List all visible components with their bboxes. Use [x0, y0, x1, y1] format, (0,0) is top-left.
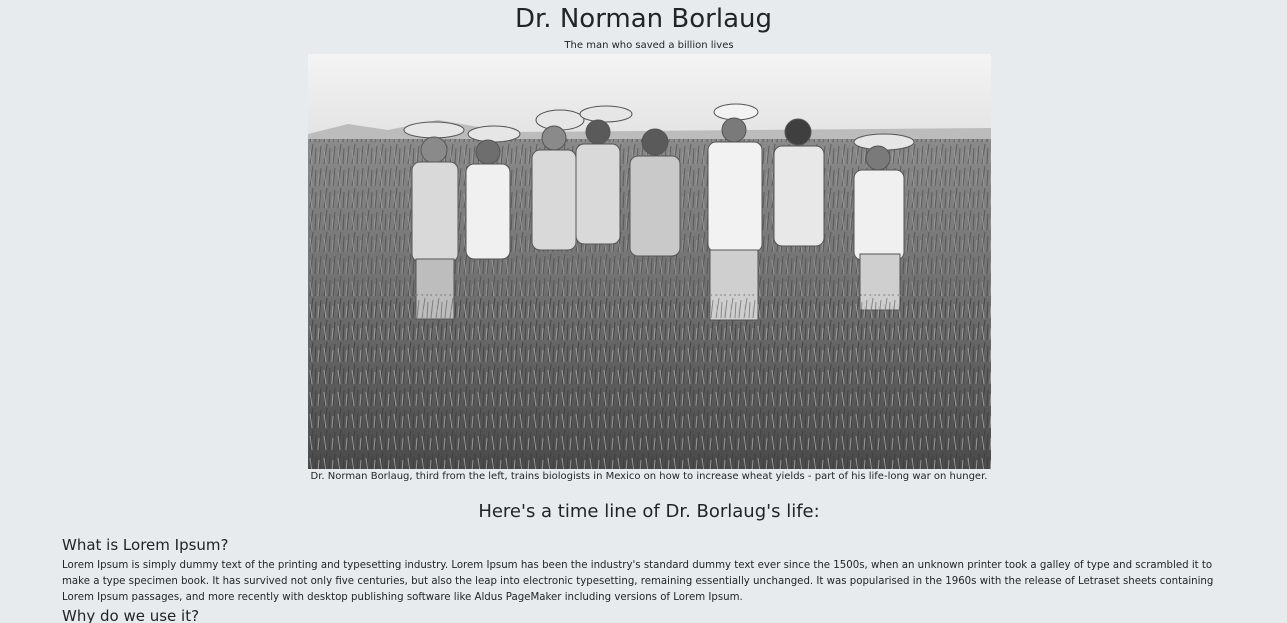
tribute-page: Dr. Norman Borlaug The man who saved a b…: [0, 0, 1287, 623]
section-heading: Why do we use it?: [62, 607, 200, 623]
photo-illustration: [308, 54, 991, 469]
photo-caption: Dr. Norman Borlaug, third from the left,…: [310, 471, 988, 482]
section-heading: What is Lorem Ipsum?: [62, 536, 229, 554]
page-title: Dr. Norman Borlaug: [514, 4, 773, 34]
timeline-heading: Here's a time line of Dr. Borlaug's life…: [478, 501, 820, 522]
page-subtitle: The man who saved a billion lives: [564, 40, 734, 51]
borlaug-photo: [308, 54, 991, 469]
section-body: Lorem Ipsum is simply dummy text of the …: [62, 560, 1214, 603]
